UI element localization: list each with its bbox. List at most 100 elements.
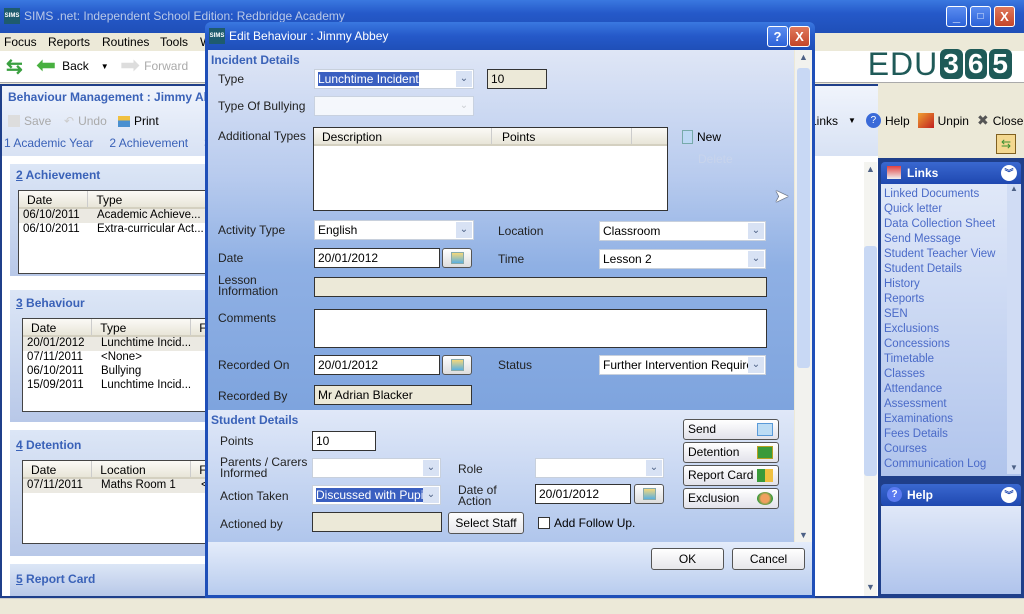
column-header-location[interactable]: Location — [92, 461, 192, 477]
link-item[interactable]: Reports — [884, 293, 924, 305]
type-of-bullying-select[interactable]: ⌄ — [314, 96, 474, 116]
role-select[interactable]: ⌄ — [535, 458, 664, 478]
dialog-close-button[interactable]: X — [789, 26, 810, 47]
table-row[interactable]: 15/09/2011 Lunchtime Incid... — [23, 379, 221, 393]
link-item[interactable]: Examinations — [884, 413, 953, 425]
scroll-down-icon[interactable]: ▼ — [1007, 463, 1021, 472]
column-header-type[interactable]: Type — [88, 191, 217, 207]
table-row[interactable]: 07/11/2011 <None> — [23, 351, 221, 365]
menu-routines[interactable]: Routines — [102, 35, 149, 49]
link-item[interactable]: Attendance — [884, 383, 942, 395]
table-row[interactable]: 07/11/2011Maths Room 1< — [23, 479, 221, 493]
location-select[interactable]: Classroom ⌄ — [599, 221, 766, 241]
add-follow-up-checkbox[interactable]: Add Follow Up. — [538, 516, 635, 530]
ok-button[interactable]: OK — [651, 548, 724, 570]
link-item[interactable]: Send Message — [884, 233, 961, 245]
dialog-scroll-thumb[interactable] — [797, 68, 810, 368]
column-header-points[interactable]: Points — [492, 128, 632, 144]
main-scrollbar[interactable]: ▲ ▼ — [864, 162, 877, 596]
link-item[interactable]: Exclusions — [884, 323, 939, 335]
back-button[interactable]: ⬅ Back ▼ — [36, 54, 109, 78]
maximize-button[interactable]: □ — [970, 6, 991, 27]
table-row[interactable]: 06/10/2011 Bullying — [23, 365, 221, 379]
report-card-button[interactable]: Report Card — [683, 465, 779, 486]
column-header-date[interactable]: Date — [23, 319, 93, 335]
action-taken-select[interactable]: Discussed with Pupil ⌄ — [312, 485, 441, 505]
scroll-up-icon[interactable]: ▲ — [1007, 184, 1021, 193]
date-field[interactable]: 20/01/2012 — [314, 248, 440, 268]
dialog-help-button[interactable]: ? — [767, 26, 788, 47]
swap-icon[interactable]: ⇆ — [996, 134, 1016, 154]
collapse-help-icon[interactable]: ︾ — [1001, 487, 1017, 503]
column-header-date[interactable]: Date — [23, 461, 93, 477]
scroll-up-icon[interactable]: ▲ — [795, 52, 812, 62]
exclusion-button[interactable]: Exclusion — [683, 488, 779, 509]
dialog-scrollbar[interactable]: ▲ ▼ — [795, 50, 812, 542]
date-of-action-field[interactable]: 20/01/2012 — [535, 484, 631, 504]
unpin-button[interactable]: Unpin — [938, 114, 969, 128]
close-button[interactable]: Close — [993, 114, 1024, 128]
date-picker-button[interactable] — [442, 248, 472, 268]
parents-informed-select[interactable]: ⌄ — [312, 458, 441, 478]
menu-focus[interactable]: Focus — [4, 35, 37, 49]
recorded-on-field[interactable]: 20/01/2012 — [314, 355, 440, 375]
time-select[interactable]: Lesson 2 ⌄ — [599, 249, 766, 269]
report-card-heading[interactable]: 5 Report Card — [16, 572, 95, 586]
collapse-links-icon[interactable]: ︾ — [1001, 165, 1017, 181]
links-scrollbar[interactable]: ▲ ▼ — [1007, 184, 1021, 474]
link-item[interactable]: Data Collection Sheet — [884, 218, 995, 230]
table-row[interactable]: 20/01/2012 Lunchtime Incid... — [23, 337, 221, 351]
table-row[interactable]: 06/10/2011 Academic Achieve... — [19, 209, 217, 223]
nav-academic-year[interactable]: 1 Academic Year — [4, 136, 93, 150]
behaviour-heading[interactable]: 3 Behaviour — [16, 296, 85, 310]
links-panel-header[interactable]: Links ︾ — [881, 162, 1021, 184]
activity-type-select[interactable]: English ⌄ — [314, 220, 474, 240]
type-select[interactable]: Lunchtime Incident ⌄ — [314, 69, 474, 89]
menu-reports[interactable]: Reports — [48, 35, 90, 49]
column-header-description[interactable]: Description — [314, 128, 492, 144]
save-button[interactable]: Save — [8, 114, 51, 128]
scroll-down-icon[interactable]: ▼ — [864, 582, 877, 594]
cancel-button[interactable]: Cancel — [732, 548, 805, 570]
detention-button[interactable]: Detention — [683, 442, 779, 463]
menu-tools[interactable]: Tools — [160, 35, 188, 49]
link-item[interactable]: Classes — [884, 368, 925, 380]
comments-field[interactable] — [314, 309, 767, 348]
minimize-button[interactable]: _ — [946, 6, 967, 27]
link-item[interactable]: Linked Documents — [884, 188, 979, 200]
scroll-thumb[interactable] — [864, 246, 877, 476]
send-button[interactable]: Send — [683, 419, 779, 440]
link-item[interactable]: Student Teacher View — [884, 248, 995, 260]
delete-button[interactable]: Delete — [698, 152, 733, 166]
points-field[interactable]: 10 — [312, 431, 376, 451]
date-of-action-picker-button[interactable] — [634, 484, 664, 504]
link-item[interactable]: Concessions — [884, 338, 950, 350]
link-item[interactable]: Communication Log — [884, 458, 986, 470]
column-header-type[interactable]: Type — [92, 319, 192, 335]
link-item[interactable]: Fees Details — [884, 428, 948, 440]
new-button[interactable]: New — [682, 130, 721, 144]
link-item[interactable]: Assessment — [884, 398, 947, 410]
link-item[interactable]: Student Details — [884, 263, 962, 275]
select-staff-button[interactable]: Select Staff — [448, 512, 524, 534]
detention-heading[interactable]: 4 Detention — [16, 438, 81, 452]
link-item[interactable]: Quick letter — [884, 203, 942, 215]
print-button[interactable]: Print — [118, 114, 159, 128]
back-dropdown-icon[interactable]: ▼ — [101, 62, 109, 71]
link-item[interactable]: Timetable — [884, 353, 934, 365]
help-button[interactable]: Help — [885, 114, 910, 128]
refresh-arrows-icon[interactable]: ⇆ — [6, 55, 28, 79]
link-item[interactable]: Courses — [884, 443, 927, 455]
checkbox-icon[interactable] — [538, 517, 550, 529]
undo-button[interactable]: ↶ Undo — [64, 114, 107, 128]
links-dropdown-icon[interactable]: ▼ — [848, 116, 856, 125]
link-item[interactable]: SEN — [884, 308, 908, 320]
nav-achievement[interactable]: 2 Achievement — [109, 136, 188, 150]
status-select[interactable]: Further Intervention Required ⌄ — [599, 355, 766, 375]
help-panel-header[interactable]: ? Help ︾ — [881, 484, 1021, 506]
scroll-down-icon[interactable]: ▼ — [795, 530, 812, 540]
forward-button[interactable]: ➡ Forward — [120, 54, 188, 78]
close-window-button[interactable]: X — [994, 6, 1015, 27]
table-row[interactable]: 06/10/2011 Extra-curricular Act... — [19, 223, 217, 237]
column-header-date[interactable]: Date — [19, 191, 89, 207]
